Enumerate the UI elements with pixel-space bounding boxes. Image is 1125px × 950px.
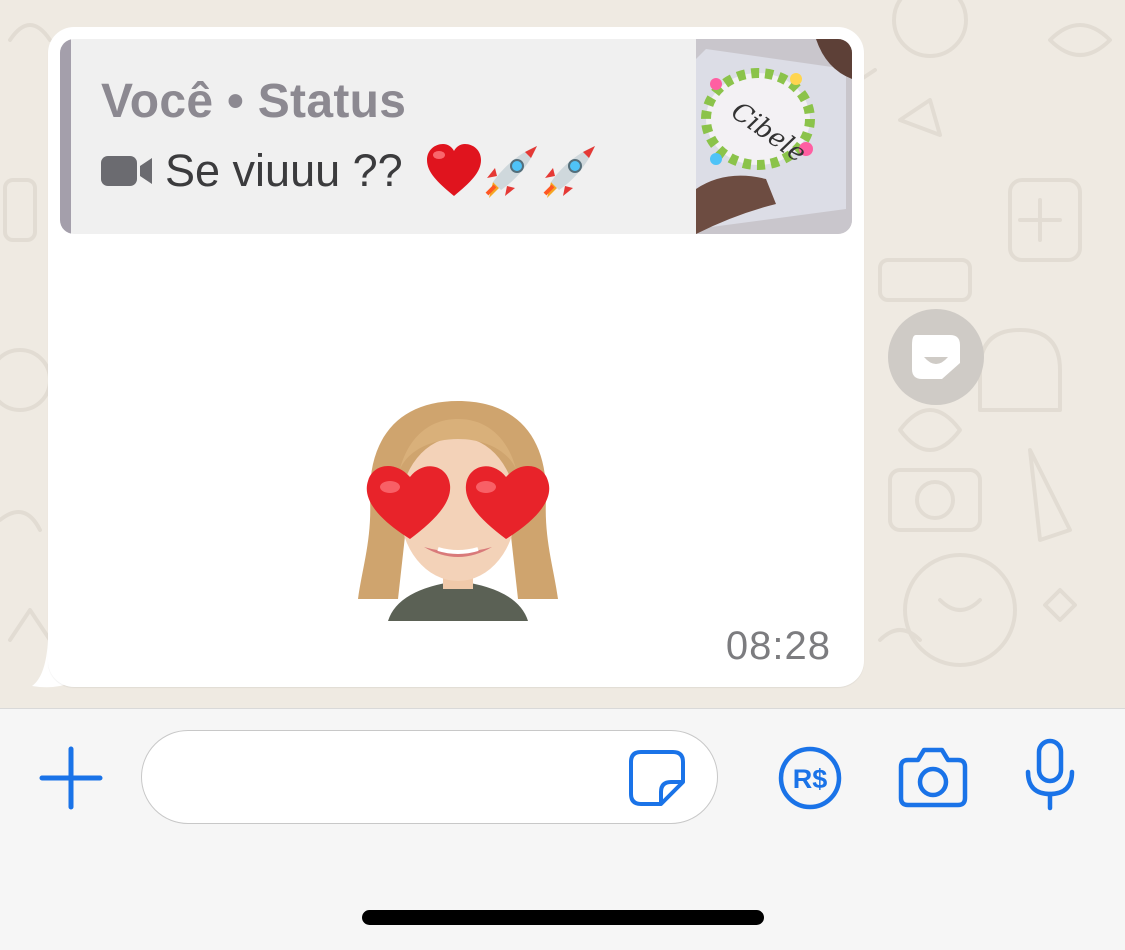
- quote-text: Se viuuu ??: [165, 145, 403, 196]
- message-bubble[interactable]: Você • Status Se viuuu ?? Cibele 08:28: [48, 27, 864, 687]
- camera-icon[interactable]: [898, 746, 968, 808]
- quote-accent-bar: [60, 39, 71, 234]
- quote-author: Você • Status: [101, 75, 407, 128]
- status-reply-quote[interactable]: Você • Status Se viuuu ?? Cibele: [60, 39, 852, 234]
- payment-icon[interactable]: R$: [778, 746, 842, 810]
- microphone-icon[interactable]: [1024, 738, 1076, 812]
- sticker-icon[interactable]: [627, 748, 687, 808]
- quote-content: Se viuuu ??: [101, 140, 599, 202]
- avatar-heart-eyes-sticker[interactable]: [338, 399, 578, 621]
- plus-icon[interactable]: [38, 745, 104, 811]
- payment-label: R$: [793, 764, 828, 794]
- sticker-reply-button[interactable]: [888, 309, 984, 405]
- red-heart-emoji: [426, 144, 481, 196]
- message-timestamp: 08:28: [725, 624, 831, 668]
- status-thumbnail-image: Cibele: [696, 39, 852, 234]
- video-icon: [101, 156, 152, 186]
- home-indicator: [362, 910, 764, 925]
- status-thumbnail[interactable]: Cibele: [696, 39, 852, 234]
- rocket-emoji: [485, 146, 537, 198]
- rocket-emoji: [543, 146, 595, 198]
- sticker-reply-icon: [912, 335, 960, 379]
- chat-area[interactable]: Você • Status Se viuuu ?? Cibele 08:28: [0, 0, 1125, 708]
